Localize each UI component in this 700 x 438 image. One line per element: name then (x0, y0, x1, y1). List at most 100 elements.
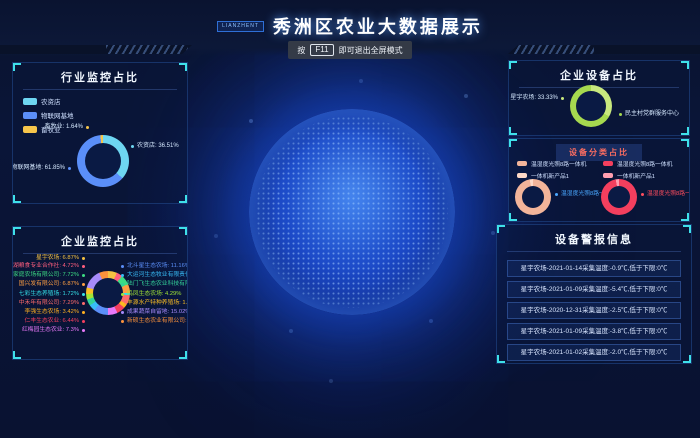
callout-dot-icon (82, 293, 85, 296)
chart-callout: 北斗星生态农场: 11.16% (121, 263, 188, 270)
panel-title: 企业设备占比 (519, 67, 679, 88)
callout-dot-icon (619, 113, 622, 116)
callout-dot-icon (121, 293, 124, 296)
chart-callout: 李强生态农场: 3.42% (25, 309, 85, 316)
panel-title: 企业监控占比 (23, 233, 177, 254)
legend-swatch (23, 126, 37, 133)
chart-callout: 物联网基地: 61.85% (12, 165, 71, 172)
legend-swatch (603, 161, 613, 166)
header: LIANZHENT 秀洲区农业大数据展示 按 F11 即可退出全屏模式 (0, 0, 700, 56)
callout-label: 丰源水产特种养殖场: 1. (127, 300, 187, 307)
callout-dot-icon (82, 302, 85, 305)
callout-dot-icon (121, 311, 124, 314)
chart-callout: 新硕生态农业有限公司: 6.87% (121, 318, 188, 325)
tip-suffix: 即可退出全屏模式 (339, 45, 403, 56)
fullscreen-tip: 按 F11 即可退出全屏模式 (0, 41, 700, 59)
equipment-donut-chart (570, 85, 612, 127)
chart-callout: 星宇农场: 6.87% (36, 255, 85, 262)
callout-label: 七彩生态养殖场: 1.72% (19, 291, 79, 298)
callout-dot-icon (121, 265, 124, 268)
callout-dot-icon (82, 257, 85, 260)
callout-dot-icon (555, 193, 558, 196)
page-title: 秀洲区农业大数据展示 (273, 13, 483, 39)
chart-callout: 温湿度光照8路一 (641, 191, 690, 198)
callout-label: 中禾年有限公司: 7.29% (19, 300, 79, 307)
fullscreen-tip-bar: 按 F11 即可退出全屏模式 (288, 41, 411, 59)
chart-callout: 丰源水产特种养殖场: 1. (121, 300, 187, 307)
f11-key: F11 (310, 44, 333, 56)
callout-label: 陆门飞生态农业科技有限公 (127, 281, 188, 288)
callout-dot-icon (82, 320, 85, 323)
legend-label: 物联网基地 (41, 110, 74, 120)
chart-callout: 农资店: 36.51% (131, 143, 179, 150)
callout-label: 星宇农场: 6.87% (36, 255, 79, 262)
alarm-row: 星宇农场-2021-01-14采集温度:-0.9℃,低于下限:0℃ (507, 260, 681, 277)
chart-callout: 民主村党群服务中心 (619, 111, 679, 118)
legend-item: 物联网基地 (23, 110, 187, 120)
callout-dot-icon (121, 320, 124, 323)
chart-callout: 成果蔬菜自留地: 15.02% (121, 309, 188, 316)
chart-callout: 秀湖粮食专业合作社: 4.72% (12, 263, 85, 270)
callout-label: 大运河生态牧业有限责任公 (127, 272, 188, 279)
chart-callout: 畜牧业: 1.64% (45, 124, 89, 131)
panel-enterprise: 企业监控占比 星宇农场: 6.87% 秀湖粮食专业合作社: 4.72% 家庭农场… (12, 226, 188, 360)
callout-label: 温湿度光照8路一 (647, 191, 690, 198)
callout-label: 民主村党群服务中心 (625, 111, 679, 118)
legend-item: 温湿度光照8路一体机 (517, 159, 586, 168)
callout-dot-icon (68, 167, 71, 170)
callout-label: 李强生态农场: 3.42% (25, 309, 79, 316)
alarm-list: 星宇农场-2021-01-14采集温度:-0.9℃,低于下限:0℃ 星宇农场-2… (497, 260, 691, 364)
alarm-row: 星宇农场-2021-01-09采集温度:-5.4℃,低于下限:0℃ (507, 281, 681, 298)
callout-label: 畜牧业: 1.64% (45, 124, 83, 131)
legend-label: 温湿度光照8路一体机 (531, 159, 586, 168)
callout-dot-icon (121, 274, 124, 277)
chart-callout: 红梅园生态农业: 7.3% (22, 327, 85, 334)
callout-label: 红梅园生态农业: 7.3% (22, 327, 79, 334)
callout-dot-icon (86, 126, 89, 129)
callout-label: 农资店: 36.51% (137, 143, 179, 150)
callout-dot-icon (82, 329, 85, 332)
globe-visualization (249, 109, 455, 315)
alarm-row: 星宇农场-2020-12-31采集温度:-2.5℃,低于下限:0℃ (507, 302, 681, 319)
panel-alarms: 设备警报信息 星宇农场-2021-01-14采集温度:-0.9℃,低于下限:0℃… (496, 224, 692, 364)
legend-swatch (603, 173, 613, 178)
chart-callout: 七彩生态养殖场: 1.72% (19, 291, 85, 298)
device-class-donut-right (601, 179, 637, 215)
device-class-donut-left (515, 179, 551, 215)
chart-callout: 星宇农场: 33.33% (510, 95, 564, 102)
legend-swatch (517, 173, 527, 178)
industry-donut-chart (77, 135, 129, 187)
callout-dot-icon (82, 274, 85, 277)
callout-label: 成果蔬菜自留地: 15.02% (127, 309, 188, 316)
callout-dot-icon (131, 145, 134, 148)
title-row: LIANZHENT 秀洲区农业大数据展示 (0, 13, 700, 39)
callout-label: 国兴发有限公司: 6.87% (19, 281, 79, 288)
chart-callout: 家庭农场有限公司: 7.72% (13, 272, 85, 279)
panel-device-class: 设备分类占比 温湿度光照8路一体机 一体机新产品1 温湿度光照8路一 温湿度光照… (508, 138, 690, 222)
callout-label: 鸣凤生态农场: 4.29% (127, 291, 181, 298)
panel-industry: 行业监控占比 农资店 物联网基地 畜牧业 畜牧业: 1.64% 农资店: 36.… (12, 62, 188, 204)
callout-label: 温湿度光照8路一 (561, 191, 605, 198)
callout-dot-icon (82, 283, 85, 286)
panel-title: 设备警报信息 (507, 231, 681, 252)
legend-label: 农资店 (41, 96, 61, 106)
chart-callout: 中禾年有限公司: 7.29% (19, 300, 85, 307)
callout-dot-icon (82, 265, 85, 268)
legend-swatch (23, 112, 37, 119)
callout-dot-icon (121, 302, 124, 305)
chart-callout: 仁丰生态农业: 6.44% (25, 318, 85, 325)
callout-dot-icon (561, 97, 564, 100)
callout-label: 北斗星生态农场: 11.16% (127, 263, 188, 270)
legend-item: 温湿度光照8路一体机 (603, 159, 672, 168)
legend-item: 农资店 (23, 96, 187, 106)
panel-title: 行业监控占比 (23, 69, 177, 90)
tip-prefix: 按 (297, 45, 305, 56)
callout-label: 家庭农场有限公司: 7.72% (13, 272, 79, 279)
legend-swatch (23, 98, 37, 105)
callout-label: 仁丰生态农业: 6.44% (25, 318, 79, 325)
legend-label: 温湿度光照8路一体机 (617, 159, 672, 168)
callout-label: 秀湖粮食专业合作社: 4.72% (12, 263, 79, 270)
callout-dot-icon (121, 283, 124, 286)
chart-callout: 鸣凤生态农场: 4.29% (121, 291, 181, 298)
callout-label: 物联网基地: 61.85% (12, 165, 65, 172)
